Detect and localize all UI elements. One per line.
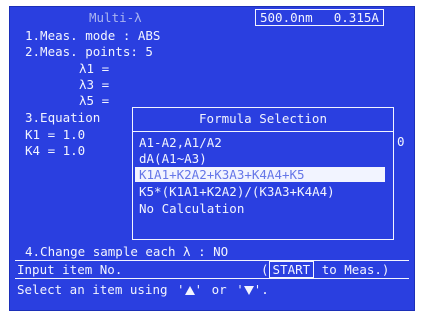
wavelength-value: 500.0nm bbox=[260, 10, 313, 25]
menu-item-meas-points[interactable]: 2.Meas. points: 5 bbox=[25, 44, 153, 59]
select-hint: Select an item using ' ' or ' '. bbox=[17, 282, 271, 297]
select-hint-text: Select an item using bbox=[17, 282, 168, 297]
instrument-screen: Multi-λ 500.0nm 0.315A 1.Meas. mode : AB… bbox=[9, 6, 415, 311]
footer-divider-bottom bbox=[15, 278, 409, 279]
menu-item-change-sample[interactable]: 4.Change sample each λ : NO bbox=[25, 244, 228, 259]
start-hint: (START to Meas.) bbox=[261, 261, 390, 278]
menu-item-meas-mode[interactable]: 1.Meas. mode : ABS bbox=[25, 28, 160, 43]
start-suffix: to Meas.) bbox=[321, 262, 390, 277]
lambda3-label: λ3 = bbox=[79, 77, 110, 92]
input-item-label: Input item No. bbox=[17, 262, 123, 277]
k-trailing-digit: 0 bbox=[397, 134, 405, 149]
menu-item-equation[interactable]: 3.Equation bbox=[25, 110, 100, 125]
dialog-title: Formula Selection bbox=[199, 111, 327, 126]
dialog-title-divider bbox=[133, 131, 393, 132]
lambda5-label: λ5 = bbox=[79, 93, 110, 108]
start-open-paren: ( bbox=[261, 262, 269, 277]
up-arrow-icon: ' ' bbox=[177, 282, 203, 297]
k1-value: K1 = 1.0 bbox=[25, 127, 86, 142]
wavelength-readout: 500.0nm 0.315A bbox=[255, 9, 384, 26]
select-hint-or: or bbox=[211, 282, 227, 297]
start-key: START bbox=[268, 261, 315, 278]
formula-selection-dialog: Formula Selection A1-A2,A1/A2 dA(A1~A3) … bbox=[132, 107, 394, 240]
formula-option[interactable]: K5*(K1A1+K2A2)/(K3A3+K4A4) bbox=[139, 184, 335, 199]
down-arrow-icon: ' '. bbox=[236, 282, 269, 297]
formula-option[interactable]: No Calculation bbox=[139, 201, 244, 216]
formula-option[interactable]: dA(A1~A3) bbox=[139, 151, 207, 166]
k4-value: K4 = 1.0 bbox=[25, 143, 86, 158]
lambda1-label: λ1 = bbox=[79, 61, 110, 76]
formula-option[interactable]: A1-A2,A1/A2 bbox=[139, 135, 222, 150]
footer-divider-top bbox=[15, 260, 409, 261]
screen-title: Multi-λ bbox=[89, 10, 142, 25]
formula-option-selected[interactable]: K1A1+K2A2+K3A3+K4A4+K5 bbox=[135, 167, 385, 182]
absorbance-value: 0.315A bbox=[333, 10, 379, 25]
